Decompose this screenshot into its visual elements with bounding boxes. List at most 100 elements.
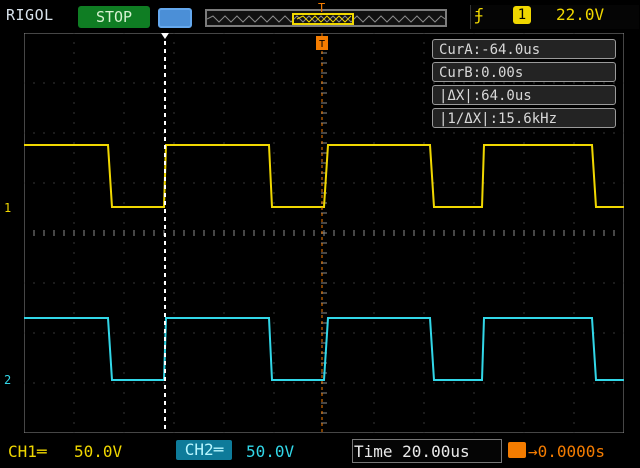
grid-dot <box>93 182 95 184</box>
grid-dot <box>273 132 275 134</box>
grid-dot <box>173 252 175 254</box>
grid-dot <box>373 92 375 94</box>
grid-dot <box>273 302 275 304</box>
grid-dot <box>373 132 375 134</box>
grid-dot <box>293 132 295 134</box>
grid-dot <box>223 102 225 104</box>
grid-dot <box>373 62 375 64</box>
grid-dot <box>193 382 195 384</box>
grid-dot <box>173 172 175 174</box>
grid-dot <box>153 382 155 384</box>
grid-dot <box>223 432 225 433</box>
grid-dot <box>273 292 275 294</box>
grid-dot <box>423 192 425 194</box>
grid-dot <box>73 212 75 214</box>
grid-dot <box>43 332 45 334</box>
grid-dot <box>373 112 375 114</box>
grid-dot <box>273 352 275 354</box>
grid-dot <box>43 382 45 384</box>
grid-dot <box>103 82 105 84</box>
grid-dot <box>33 382 35 384</box>
channel-1-ground-marker[interactable]: 1 <box>4 201 11 215</box>
grid-dot <box>353 332 355 334</box>
grid-dot <box>423 242 425 244</box>
grid-dot <box>273 412 275 414</box>
grid-dot <box>133 282 135 284</box>
grid-dot <box>603 82 605 84</box>
grid-dot <box>433 332 435 334</box>
grid-dot <box>133 82 135 84</box>
grid-dot <box>533 382 535 384</box>
grid-dot <box>383 282 385 284</box>
grid-dot <box>273 202 275 204</box>
grid-dot <box>473 302 475 304</box>
grid-dot <box>473 432 475 433</box>
grid-dot <box>83 332 85 334</box>
timebase-label[interactable]: Time 20.00us <box>354 442 470 461</box>
grid-dot <box>103 332 105 334</box>
grid-dot <box>193 182 195 184</box>
grid-dot <box>73 382 75 384</box>
grid-dot <box>313 282 315 284</box>
grid-dot <box>593 82 595 84</box>
grid-dot <box>473 132 475 134</box>
run-stop-button[interactable]: STOP <box>78 6 150 28</box>
grid-dot <box>423 272 425 274</box>
grid-dot <box>123 62 125 64</box>
grid-dot <box>453 332 455 334</box>
brand-label: RIGOL <box>6 6 54 24</box>
channel-1-label[interactable]: CH1═ <box>8 442 47 461</box>
grid-dot <box>173 332 175 334</box>
grid-dot <box>73 422 75 424</box>
grid-dot <box>563 282 565 284</box>
grid-dot <box>343 282 345 284</box>
grid-dot <box>223 222 225 224</box>
grid-dot <box>273 262 275 264</box>
grid-dot <box>213 332 215 334</box>
grid-dot <box>273 222 275 224</box>
grid-dot <box>273 122 275 124</box>
grid-dot <box>223 52 225 54</box>
grid-dot <box>43 132 45 134</box>
grid-dot <box>543 282 545 284</box>
inverse-delta-x-readout: |1/ΔX|:15.6kHz <box>432 108 616 128</box>
grid-dot <box>303 382 305 384</box>
grid-dot <box>373 172 375 174</box>
grid-dot <box>173 192 175 194</box>
grid-dot <box>573 302 575 304</box>
grid-dot <box>133 182 135 184</box>
trigger-position[interactable]: →0.0000s <box>528 442 605 461</box>
grid-dot <box>373 192 375 194</box>
grid-dot <box>223 62 225 64</box>
grid-dot <box>223 192 225 194</box>
grid-dot <box>523 322 525 324</box>
grid-dot <box>423 102 425 104</box>
grid-dot <box>423 302 425 304</box>
grid-dot <box>173 412 175 414</box>
grid-dot <box>593 132 595 134</box>
grid-dot <box>103 282 105 284</box>
grid-dot <box>223 33 225 34</box>
grid-dot <box>83 282 85 284</box>
trigger-level: 22.0V <box>556 5 605 24</box>
grid-dot <box>373 252 375 254</box>
grid-dot <box>523 162 525 164</box>
channel-2-ground-marker[interactable]: 2 <box>4 373 11 387</box>
grid-dot <box>423 322 425 324</box>
grid-dot <box>583 132 585 134</box>
grid-dot <box>263 382 265 384</box>
grid-dot <box>373 52 375 54</box>
channel-2-label[interactable]: CH2═ <box>176 440 232 460</box>
grid-dot <box>133 132 135 134</box>
grid-dot <box>523 332 525 334</box>
grid-dot <box>623 382 624 384</box>
grid-dot <box>423 362 425 364</box>
grid-dot <box>373 292 375 294</box>
grid-dot <box>473 272 475 274</box>
grid-dot <box>123 282 125 284</box>
grid-dot <box>543 82 545 84</box>
grid-dot <box>333 132 335 134</box>
grid-dot <box>283 82 285 84</box>
grid-dot <box>473 282 475 284</box>
grid-dot <box>63 182 65 184</box>
